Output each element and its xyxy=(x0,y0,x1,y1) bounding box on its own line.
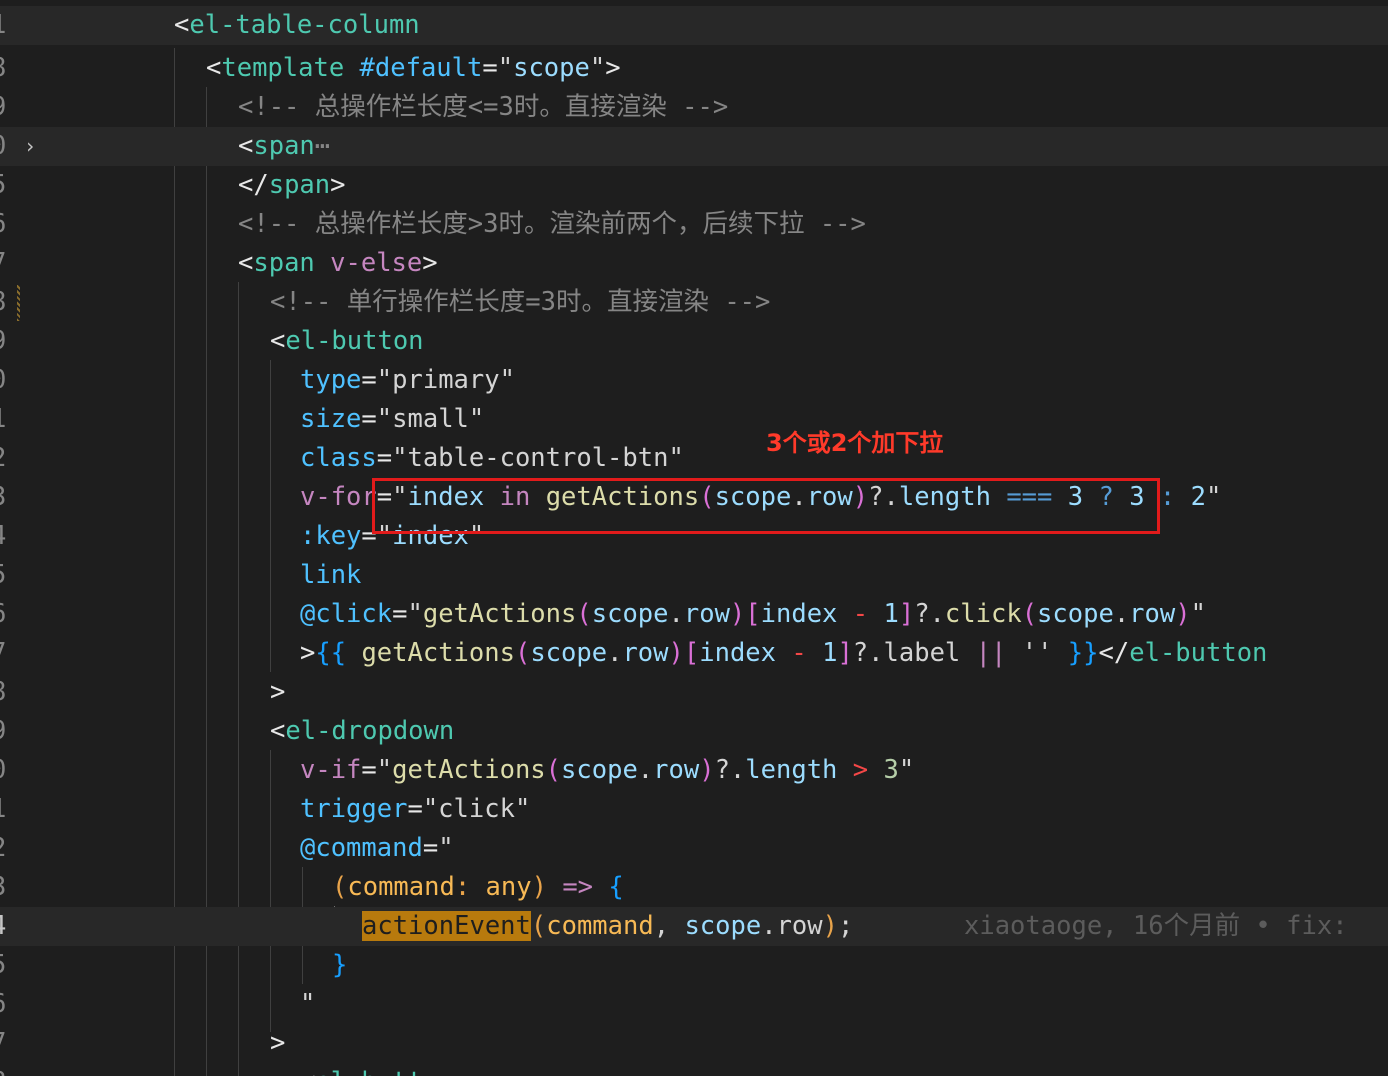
code-line[interactable]: 0 type="primary" xyxy=(0,361,1388,400)
line-number: 3 xyxy=(0,478,11,517)
annotation-highlight-box xyxy=(372,478,1160,534)
code-comment: <!-- 总操作栏长度<=3时。直接渲染 --> xyxy=(238,92,729,122)
line-number: 5 xyxy=(0,946,11,985)
line-number: 9 xyxy=(0,322,11,361)
line-number: 5 xyxy=(0,166,11,205)
line-number: 7 xyxy=(0,244,11,283)
code-line[interactable]: 8 <!-- 单行操作栏长度=3时。直接渲染 --> xyxy=(0,283,1388,322)
code-line[interactable]: 2 class="table-control-btn" xyxy=(0,439,1388,478)
line-number: 5 xyxy=(0,556,11,595)
highlighted-symbol: actionEvent xyxy=(362,911,531,941)
code-text: <span⋯ xyxy=(238,131,331,161)
line-number: 7 xyxy=(0,1024,11,1063)
code-text: size="small" xyxy=(300,404,485,434)
code-text: <el-table-column xyxy=(174,10,420,40)
code-line[interactable]: 6 @click="getActions(scope.row)[index - … xyxy=(0,595,1388,634)
code-line[interactable]: 2 @command=" xyxy=(0,829,1388,868)
code-line[interactable]: 6 <!-- 总操作栏长度>3时。渲染前两个，后续下拉 --> xyxy=(0,205,1388,244)
code-line[interactable]: 5 link xyxy=(0,556,1388,595)
code-text: trigger="click" xyxy=(300,794,531,824)
code-line[interactable]: 9 <el-button xyxy=(0,322,1388,361)
code-editor[interactable]: 1 <el-table-column 8 <template #default=… xyxy=(0,0,1388,1076)
code-text: >{{ getActions(scope.row)[index - 1]?.la… xyxy=(300,638,1268,668)
line-number: 7 xyxy=(0,634,11,673)
line-number: 6 xyxy=(0,985,11,1024)
code-text: <el-dropdown xyxy=(270,716,455,746)
code-line[interactable]: 8 <el-butt xyxy=(0,1063,1388,1076)
code-text: class="table-control-btn" xyxy=(300,443,684,473)
code-line[interactable]: 0 v-if="getActions(scope.row)?.length > … xyxy=(0,751,1388,790)
line-number: 9 xyxy=(0,712,11,751)
line-number: 8 xyxy=(0,49,11,88)
code-text: link xyxy=(300,560,362,590)
code-text: (command: any) => { xyxy=(332,872,624,902)
code-comment: <!-- 单行操作栏长度=3时。直接渲染 --> xyxy=(270,287,771,317)
code-text: <el-button xyxy=(270,326,424,356)
code-text: v-if="getActions(scope.row)?.length > 3" xyxy=(300,755,915,785)
code-text: actionEvent(command, scope.row); xyxy=(362,911,854,941)
line-number: 4 xyxy=(0,517,11,556)
line-number: 8 xyxy=(0,1063,11,1076)
code-text: " xyxy=(300,989,316,1019)
code-line[interactable]: 8 > xyxy=(0,673,1388,712)
code-line[interactable]: 6 " xyxy=(0,985,1388,1024)
line-number: 0 xyxy=(0,751,11,790)
line-number: 2 xyxy=(0,439,11,478)
line-number: 6 xyxy=(0,205,11,244)
line-number: 8 xyxy=(0,673,11,712)
code-line[interactable]: 1 <el-table-column xyxy=(0,6,1388,45)
line-number: 1 xyxy=(0,790,11,829)
git-blame-annotation[interactable]: xiaotaoge, 16个月前 • fix: xyxy=(964,907,1348,946)
code-comment: <!-- 总操作栏长度>3时。渲染前两个，后续下拉 --> xyxy=(238,209,866,239)
line-number: 0 xyxy=(0,127,11,166)
code-text: type="primary" xyxy=(300,365,515,395)
code-line[interactable]: 8 <template #default="scope"> xyxy=(0,49,1388,88)
line-number: 1 xyxy=(0,400,11,439)
code-line[interactable]: 7 <span v-else> xyxy=(0,244,1388,283)
code-line-folded[interactable]: 0 › <span⋯ xyxy=(0,127,1388,166)
line-number: 1 xyxy=(0,6,11,45)
line-number: 6 xyxy=(0,595,11,634)
annotation-label: 3个或2个加下拉 xyxy=(766,429,944,457)
code-line[interactable]: 5 } xyxy=(0,946,1388,985)
code-line[interactable]: 1 trigger="click" xyxy=(0,790,1388,829)
line-number: 2 xyxy=(0,829,11,868)
code-text: > xyxy=(270,1028,286,1058)
code-text: > xyxy=(270,677,286,707)
code-line[interactable]: 7 > xyxy=(0,1024,1388,1063)
code-text: <template #default="scope"> xyxy=(206,53,621,83)
code-text: @click="getActions(scope.row)[index - 1]… xyxy=(300,599,1206,629)
code-line[interactable]: 9 <el-dropdown xyxy=(0,712,1388,751)
code-text: <el-butt xyxy=(300,1063,423,1076)
code-line[interactable]: 1 size="small" xyxy=(0,400,1388,439)
line-number: 3 xyxy=(0,868,11,907)
code-text: </span> xyxy=(238,170,346,200)
code-line-active[interactable]: 4 actionEvent(command, scope.row); xiaot… xyxy=(0,907,1388,946)
line-number: 8 xyxy=(0,283,11,322)
code-text: @command=" xyxy=(300,833,454,863)
line-number: 9 xyxy=(0,88,11,127)
code-line[interactable]: 5 </span> xyxy=(0,166,1388,205)
code-line[interactable]: 9 <!-- 总操作栏长度<=3时。直接渲染 --> xyxy=(0,88,1388,127)
code-text: <span v-else> xyxy=(238,248,438,278)
folded-ellipsis[interactable]: ⋯ xyxy=(315,131,330,161)
code-line[interactable]: 3 (command: any) => { xyxy=(0,868,1388,907)
line-number: 4 xyxy=(0,907,11,946)
line-number: 0 xyxy=(0,361,11,400)
chevron-right-icon[interactable]: › xyxy=(24,127,36,166)
code-line[interactable]: 7 >{{ getActions(scope.row)[index - 1]?.… xyxy=(0,634,1388,673)
code-text: } xyxy=(332,950,348,980)
